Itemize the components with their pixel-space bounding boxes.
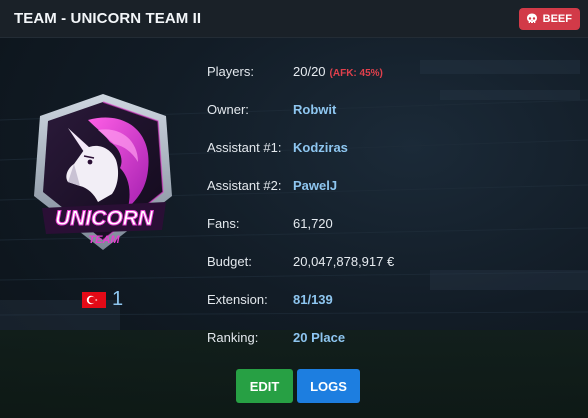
team-title: TEAM - UNICORN TEAM II <box>14 10 202 27</box>
players-value-wrap: 20/20 (AFK: 45%) <box>293 64 383 79</box>
fans-value: 61,720 <box>293 216 333 231</box>
panel-header: TEAM - UNICORN TEAM II <box>0 0 588 38</box>
budget-row: Budget: 20,047,878,917 € <box>207 254 567 274</box>
beef-badge[interactable]: BEEF <box>518 8 580 30</box>
fans-label: Fans: <box>207 216 240 231</box>
team-logo: UNICORN TEAM <box>28 90 178 260</box>
owner-link[interactable]: Robwit <box>293 102 336 117</box>
extension-link[interactable]: 81/139 <box>293 292 333 307</box>
owner-label: Owner: <box>207 102 249 117</box>
ranking-row: Ranking: 20 Place <box>207 330 567 350</box>
logo-text-sub: TEAM <box>88 234 120 246</box>
turkey-flag-icon <box>82 291 106 308</box>
owner-row: Owner: Robwit <box>207 102 567 122</box>
edit-button[interactable]: EDIT <box>236 369 293 403</box>
fans-row: Fans: 61,720 <box>207 216 567 236</box>
beef-badge-label: BEEF <box>542 13 572 25</box>
budget-value: 20,047,878,917 € <box>293 254 395 269</box>
team-panel: TEAM - UNICORN TEAM II BEEF UNICORN TEAM… <box>0 0 588 418</box>
logo-text-main: UNICORN <box>55 207 154 230</box>
assistant1-link[interactable]: Kodziras <box>293 140 348 155</box>
players-label: Players: <box>207 64 254 79</box>
afk-percentage: (AFK: 45%) <box>329 68 383 79</box>
budget-label: Budget: <box>207 254 252 269</box>
country-rank: 1 <box>82 288 123 311</box>
country-rank-number: 1 <box>112 288 124 310</box>
assistant2-row: Assistant #2: PawelJ <box>207 178 567 198</box>
unicorn-logo-icon: UNICORN TEAM <box>34 94 172 250</box>
extension-label: Extension: <box>207 292 268 307</box>
assistant2-link[interactable]: PawelJ <box>293 178 337 193</box>
extension-row: Extension: 81/139 <box>207 292 567 312</box>
assistant1-row: Assistant #1: Kodziras <box>207 140 567 160</box>
players-row: Players: 20/20 (AFK: 45%) <box>207 64 567 84</box>
assistant1-label: Assistant #1: <box>207 140 282 155</box>
logs-button[interactable]: LOGS <box>297 369 360 403</box>
assistant2-label: Assistant #2: <box>207 178 282 193</box>
ranking-link[interactable]: 20 Place <box>293 330 345 345</box>
ranking-label: Ranking: <box>207 330 259 345</box>
skull-icon <box>526 13 537 23</box>
players-value: 20/20 <box>293 64 326 79</box>
